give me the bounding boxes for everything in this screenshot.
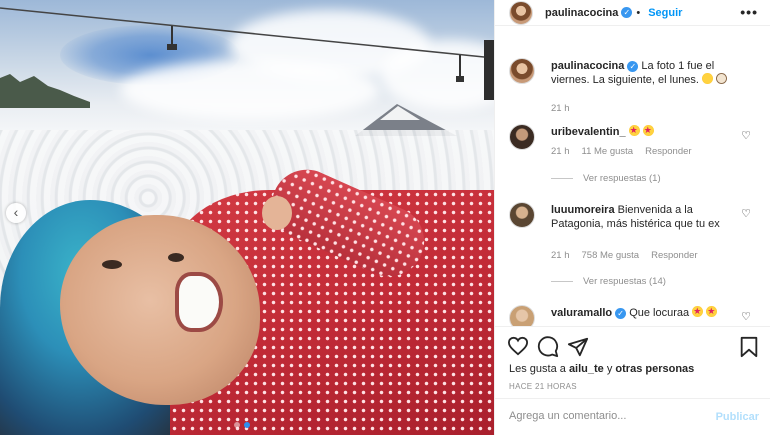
commenter-username[interactable]: valuramallo (551, 307, 612, 319)
comment-text: uribevalentin_ (551, 123, 743, 139)
comment-composer: Publicar (495, 398, 770, 435)
separator-dot: • (636, 6, 641, 19)
heart-icon[interactable] (507, 336, 529, 356)
comment-like-heart-icon[interactable]: ♡ (741, 207, 751, 220)
star-eyes-emoji-icon (706, 304, 718, 318)
liked-by-others[interactable]: otras personas (615, 363, 694, 375)
verified-badge-icon: ✓ (621, 7, 633, 18)
replies-line (551, 178, 573, 179)
mountain-snow (380, 106, 420, 120)
chevron-left-icon: ‹ (13, 204, 19, 220)
view-replies-button[interactable]: Ver respuestas (1) (551, 173, 661, 184)
star-eyes-emoji-icon (692, 304, 704, 318)
post-actions: Les gusta a ailu_te y otras personas HAC… (495, 326, 770, 435)
post-side-panel: paulinacocina ✓ • Seguir ••• paulinacoci… (494, 0, 770, 435)
liked-by-conjunction: y (606, 363, 613, 375)
caption-meta: 21 h (551, 103, 570, 114)
post-photo[interactable]: ‹ (0, 0, 494, 435)
more-options-icon[interactable]: ••• (740, 4, 758, 20)
post-header: paulinacocina ✓ • Seguir ••• (495, 0, 770, 26)
comment-text: luuumoreira Bienvenida a la Patagonia, m… (551, 203, 743, 231)
reply-button[interactable]: Responder (645, 146, 691, 157)
action-icons (507, 336, 759, 358)
comment-likes[interactable]: 758 Me gusta (582, 250, 640, 261)
commenter-username[interactable]: uribevalentin_ (551, 126, 626, 138)
comment-input[interactable] (509, 410, 699, 422)
author-avatar[interactable] (509, 0, 533, 25)
replies-line (551, 281, 573, 282)
eye (102, 260, 122, 269)
liked-by-summary: Les gusta a ailu_te y otras personas (509, 363, 694, 375)
view-replies-button[interactable]: Ver respuestas (14) (551, 276, 666, 287)
liked-by-prefix: Les gusta a (509, 363, 566, 375)
carousel-dot (234, 422, 240, 428)
hand (262, 196, 292, 230)
star-eyes-emoji-icon (642, 123, 654, 137)
publish-button[interactable]: Publicar (716, 411, 759, 423)
author-username[interactable]: paulinacocina (545, 7, 618, 19)
comment-icon[interactable] (537, 336, 559, 358)
sun-emoji-icon (702, 73, 714, 84)
comment-meta: 21 h 11 Me gusta Responder (551, 146, 692, 157)
liked-by-user[interactable]: ailu_te (569, 363, 604, 375)
monkey-emoji-icon (716, 73, 728, 84)
caption-text: paulinacocina ✓ La foto 1 fue el viernes.… (551, 59, 743, 87)
comment-time: 21 h (551, 146, 570, 157)
comment-time: 21 h (551, 250, 570, 261)
comment-body: Que locuraa (629, 307, 690, 319)
verified-badge-icon: ✓ (627, 60, 639, 72)
carousel-prev-button[interactable]: ‹ (6, 203, 26, 223)
comment-like-heart-icon[interactable]: ♡ (741, 129, 751, 142)
smile (175, 272, 223, 332)
share-icon[interactable] (567, 336, 589, 358)
reply-button[interactable]: Responder (651, 250, 697, 261)
eye (168, 253, 184, 262)
comment-likes[interactable]: 11 Me gusta (582, 146, 634, 157)
bookmark-icon[interactable] (739, 336, 759, 358)
star-eyes-emoji-icon (628, 123, 640, 137)
verified-badge-icon: ✓ (615, 307, 627, 319)
post-timestamp[interactable]: HACE 21 HORAS (509, 382, 577, 391)
comment-meta: 21 h 758 Me gusta Responder (551, 250, 698, 261)
carousel-indicator (234, 422, 250, 428)
view-replies-label: Ver respuestas (1) (583, 173, 661, 184)
view-replies-label: Ver respuestas (14) (583, 276, 666, 287)
caption-time: 21 h (551, 103, 570, 114)
carousel-dot-active (244, 422, 250, 428)
comments-list[interactable]: paulinacocina ✓ La foto 1 fue el viernes.… (495, 50, 770, 326)
commenter-username[interactable]: luuumoreira (551, 204, 615, 216)
commenter-avatar[interactable] (509, 202, 535, 228)
follow-button[interactable]: Seguir (648, 7, 682, 19)
commenter-avatar[interactable] (509, 124, 535, 150)
commenter-avatar[interactable] (509, 305, 535, 326)
treeline (0, 74, 90, 108)
author-avatar[interactable] (509, 58, 535, 84)
comment-like-heart-icon[interactable]: ♡ (741, 310, 751, 323)
comment-text: valuramallo ✓ Que locuraa (551, 304, 743, 320)
caption-username[interactable]: paulinacocina (551, 60, 624, 72)
